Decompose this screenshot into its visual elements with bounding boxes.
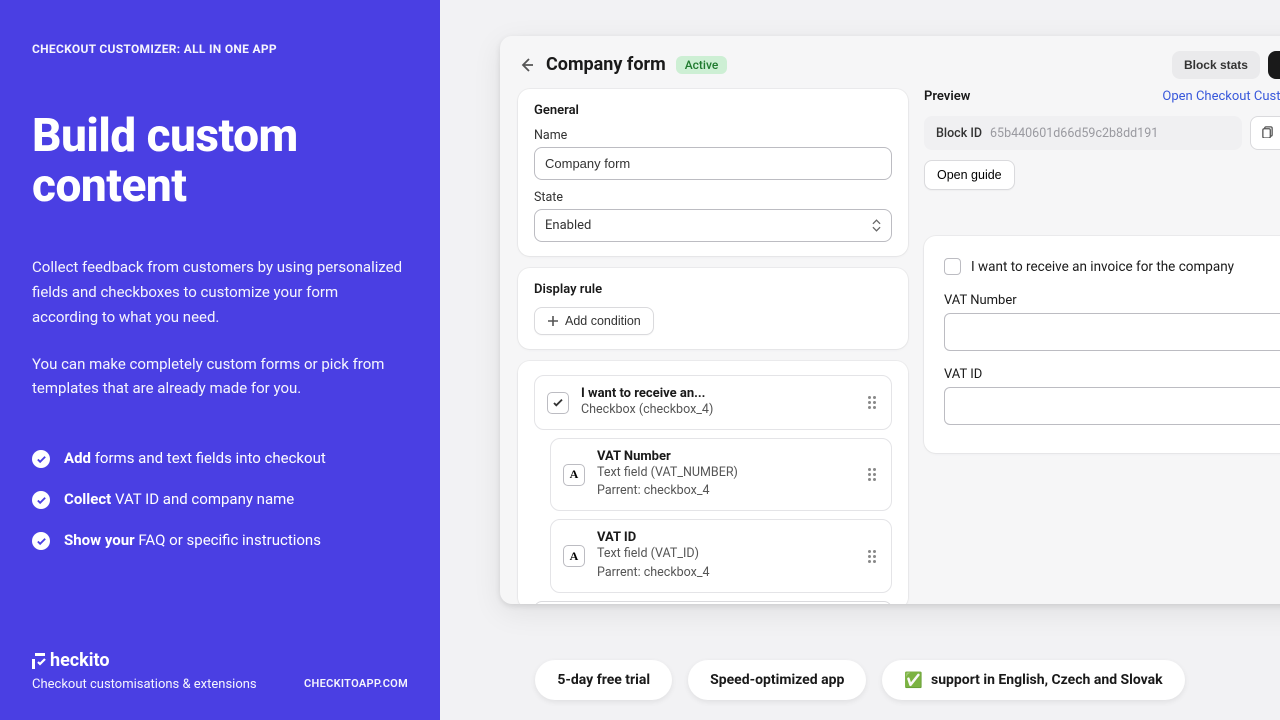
text-type-icon: A [563, 464, 585, 486]
field-parent: Parrent: checkbox_4 [597, 564, 853, 582]
status-badge: Active [676, 56, 728, 74]
preview-heading: Preview [924, 89, 970, 104]
add-condition-button[interactable]: Add condition [534, 307, 654, 335]
hero-title: Build custom content [32, 112, 408, 211]
vat-number-input[interactable] [944, 313, 1280, 351]
field-subtitle: Text field (VAT_NUMBER) [597, 464, 853, 482]
pill-trial: 5-day free trial [535, 660, 672, 700]
field-title: VAT ID [597, 530, 853, 545]
name-input[interactable] [534, 147, 892, 180]
display-rule-heading: Display rule [534, 282, 892, 297]
brand-logo: heckito [32, 650, 408, 671]
clipboard-icon [1261, 125, 1274, 141]
field-title: I want to receive an... [581, 386, 853, 401]
check-circle-icon [32, 491, 50, 509]
brand-site: CHECKITOAPP.COM [304, 677, 408, 692]
open-guide-button[interactable]: Open guide [924, 160, 1015, 190]
marketing-sidebar: CHECKOUT CUSTOMIZER: ALL IN ONE APP Buil… [0, 0, 440, 720]
field-title: VAT Number [597, 449, 853, 464]
drag-handle-icon[interactable] [865, 550, 879, 563]
config-column: General Name State Enabled Display rule [518, 89, 908, 604]
general-heading: General [534, 103, 892, 118]
check-emoji-icon: ✅ [904, 671, 923, 689]
feature-text: Collect VAT ID and company name [64, 490, 294, 508]
field-subtitle: Text field (VAT_ID) [597, 545, 853, 563]
preview-canvas: I want to receive an invoice for the com… [924, 236, 1280, 453]
copy-button[interactable]: Copy [1250, 116, 1280, 150]
checkbox-type-icon [547, 392, 569, 414]
brand-mark-icon [32, 653, 48, 669]
plus-icon [547, 315, 559, 327]
vat-id-input[interactable] [944, 387, 1280, 425]
drag-handle-icon[interactable] [865, 468, 879, 481]
block-id-display: Block ID 65b440601d66d59c2b8dd191 [924, 116, 1242, 150]
feature-list: Add forms and text fields into checkout … [32, 449, 408, 572]
field-row-checkbox[interactable]: I want to receive an... Checkbox (checkb… [534, 375, 892, 430]
back-arrow-icon[interactable] [518, 56, 536, 74]
promo-pills: 5-day free trial Speed-optimized app ✅su… [440, 660, 1280, 700]
field-row-vat-number[interactable]: A VAT Number Text field (VAT_NUMBER) Par… [550, 438, 892, 511]
name-label: Name [534, 128, 892, 143]
pill-support: ✅support in English, Czech and Slovak [882, 660, 1184, 700]
feature-text: Show your FAQ or specific instructions [64, 531, 321, 549]
brand-footer: heckito Checkout customisations & extens… [32, 650, 408, 692]
feature-item: Add forms and text fields into checkout [32, 449, 408, 468]
feature-item: Show your FAQ or specific instructions [32, 531, 408, 550]
field-row-vat-id[interactable]: A VAT ID Text field (VAT_ID) Parrent: ch… [550, 519, 892, 592]
hero-paragraph-2: You can make completely custom forms or … [32, 352, 408, 402]
add-field-button[interactable]: Add new field [534, 601, 892, 604]
drag-handle-icon[interactable] [865, 396, 879, 409]
field-parent: Parrent: checkbox_4 [597, 482, 853, 500]
check-circle-icon [32, 450, 50, 468]
invoice-checkbox[interactable] [944, 258, 961, 275]
state-label: State [534, 190, 892, 205]
editor-window: Company form Active Block stats Save Gen… [500, 36, 1280, 604]
open-customizer-link[interactable]: Open Checkout Customizer [1162, 89, 1280, 104]
vat-number-label: VAT Number [944, 293, 1280, 308]
preview-column: Preview Open Checkout Customizer Block I… [924, 89, 1280, 604]
feature-item: Collect VAT ID and company name [32, 490, 408, 509]
hero-paragraph-1: Collect feedback from customers by using… [32, 255, 408, 329]
save-button[interactable]: Save [1268, 51, 1280, 79]
tagline: CHECKOUT CUSTOMIZER: ALL IN ONE APP [32, 42, 408, 56]
invoice-checkbox-label: I want to receive an invoice for the com… [971, 259, 1234, 275]
pill-speed: Speed-optimized app [688, 660, 866, 700]
editor-header: Company form Active Block stats Save [518, 54, 1280, 75]
state-select[interactable]: Enabled [534, 209, 892, 242]
app-area: Company form Active Block stats Save Gen… [440, 0, 1280, 720]
vat-id-label: VAT ID [944, 367, 1280, 382]
page-title: Company form [546, 54, 666, 75]
brand-subtitle: Checkout customisations & extensions [32, 677, 257, 692]
fields-card: I want to receive an... Checkbox (checkb… [518, 361, 908, 604]
feature-text: Add forms and text fields into checkout [64, 449, 326, 467]
display-rule-card: Display rule Add condition [518, 268, 908, 349]
block-stats-button[interactable]: Block stats [1172, 51, 1260, 79]
field-subtitle: Checkbox (checkbox_4) [581, 401, 853, 419]
text-type-icon: A [563, 545, 585, 567]
check-circle-icon [32, 532, 50, 550]
general-card: General Name State Enabled [518, 89, 908, 256]
